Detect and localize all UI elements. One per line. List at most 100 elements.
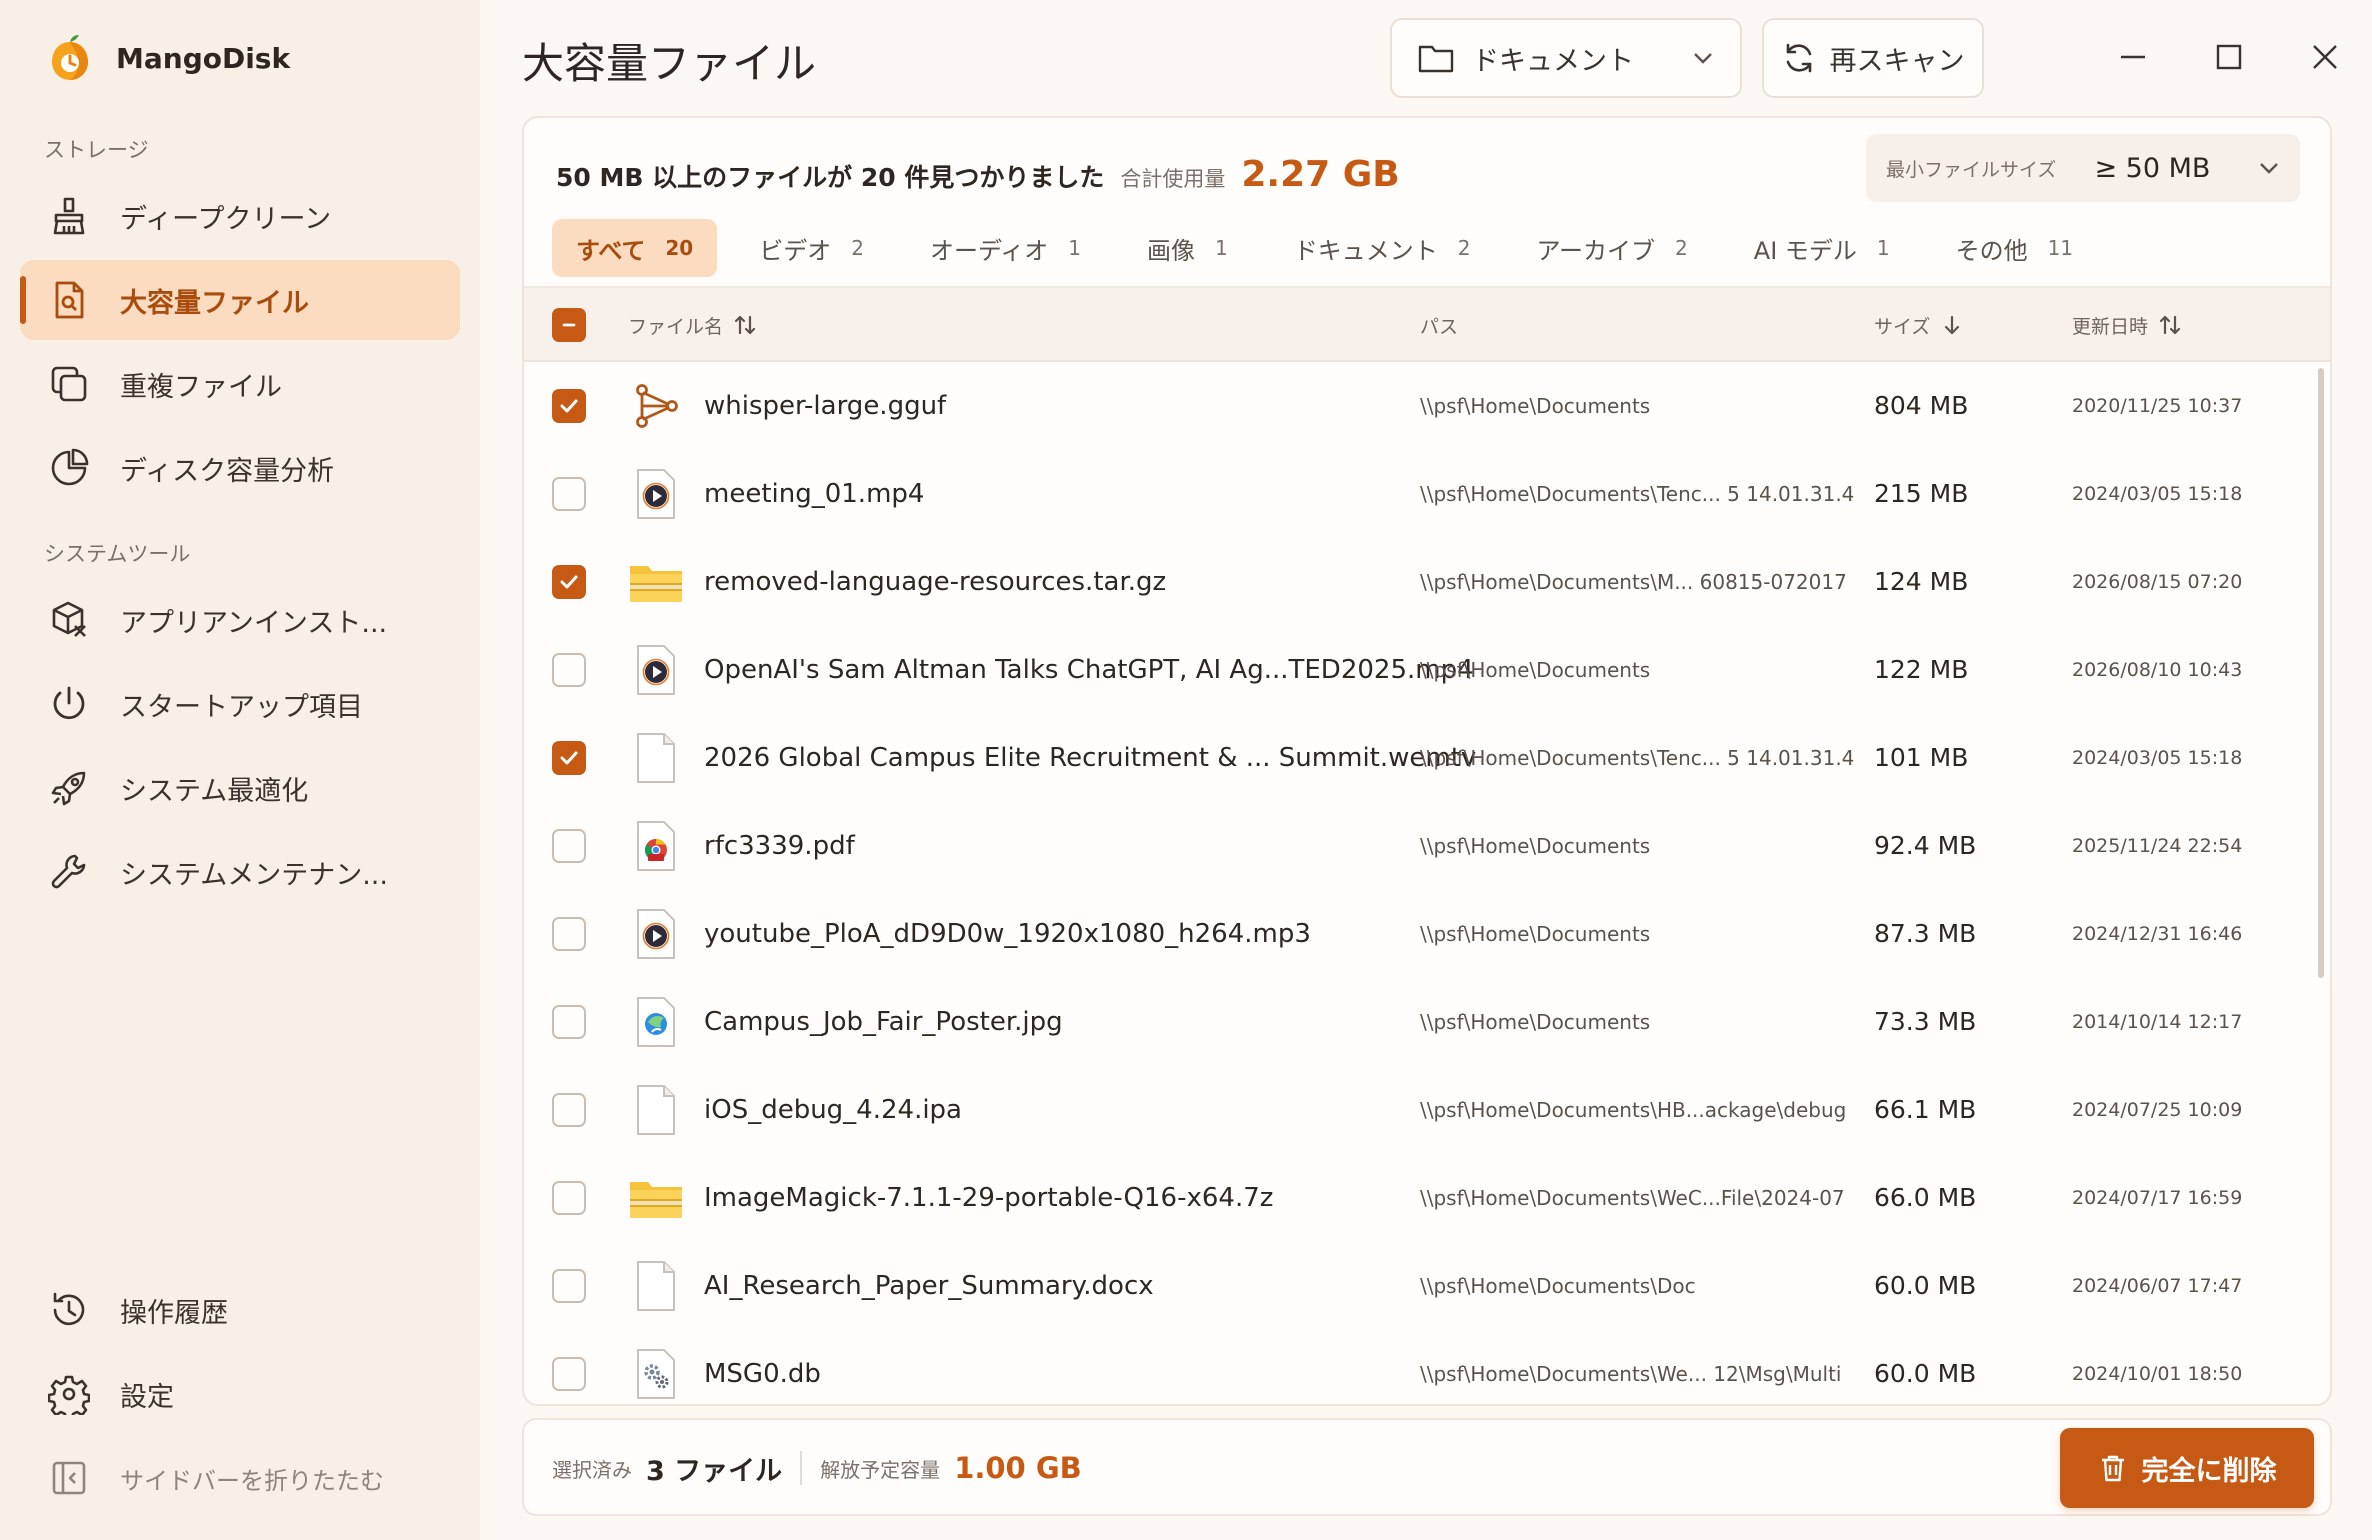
row-checkbox[interactable] bbox=[552, 477, 586, 511]
tab-6[interactable]: AI モデル 1 bbox=[1730, 219, 1914, 277]
row-checkbox[interactable] bbox=[552, 741, 586, 775]
table-row[interactable]: meeting_01.mp4 \\psf\Home\Documents\Tenc.… bbox=[524, 450, 2330, 538]
rocket-icon bbox=[51, 771, 86, 806]
row-checkbox[interactable] bbox=[552, 565, 586, 599]
tab-7[interactable]: その他 11 bbox=[1932, 219, 2097, 277]
table-row[interactable]: removed-language-resources.tar.gz \\psf\H… bbox=[524, 538, 2330, 626]
file-size: 87.3 MB bbox=[1874, 919, 1977, 948]
table-row[interactable]: iOS_debug_4.24.ipa \\psf\Home\Documents\H… bbox=[524, 1066, 2330, 1154]
row-checkbox[interactable] bbox=[552, 653, 586, 687]
tab-1[interactable]: ビデオ 2 bbox=[735, 219, 888, 277]
column-size-label: サイズ bbox=[1874, 315, 1931, 338]
wrench-icon bbox=[51, 854, 86, 889]
total-usage-label: 合計使用量 bbox=[1120, 167, 1226, 191]
image-icon bbox=[628, 994, 684, 1050]
sidebar-item-history[interactable]: 操作履歴 bbox=[20, 1270, 460, 1350]
folder-select[interactable]: ドキュメント bbox=[1390, 18, 1742, 98]
sidebar-item-label: システムメンテナン... bbox=[120, 859, 388, 891]
select-all-checkbox[interactable] bbox=[552, 308, 586, 342]
history-icon bbox=[53, 1292, 85, 1326]
file-size: 66.1 MB bbox=[1874, 1095, 1977, 1124]
sidebar-item-settings[interactable]: 設定 bbox=[20, 1354, 460, 1434]
tab-5[interactable]: アーカイブ 2 bbox=[1512, 219, 1711, 277]
tab-0[interactable]: すべて 20 bbox=[552, 219, 718, 277]
file-name: AI_Research_Paper_Summary.docx bbox=[704, 1271, 1154, 1301]
column-header-path[interactable]: パス bbox=[1420, 288, 1458, 362]
file-name: MSG0.db bbox=[704, 1359, 821, 1389]
table-row[interactable]: AI_Research_Paper_Summary.docx \\psf\Home… bbox=[524, 1242, 2330, 1330]
table-row[interactable]: MSG0.db \\psf\Home\Documents\We... 12\Msg… bbox=[524, 1330, 2330, 1404]
results-card: 50 MB 以上のファイルが 20 件見つかりました 合計使用量 2.27 GB… bbox=[522, 116, 2332, 1406]
selected-value: 3 ファイル bbox=[646, 1455, 783, 1487]
table-row[interactable]: rfc3339.pdf \\psf\Home\Documents 92.4 MB 20… bbox=[524, 802, 2330, 890]
minimize-button[interactable] bbox=[2106, 30, 2160, 84]
row-checkbox[interactable] bbox=[552, 389, 586, 423]
sidebar-item-maintenance[interactable]: システムメンテナン... bbox=[20, 832, 460, 912]
sort-icon bbox=[2159, 315, 2181, 335]
row-checkbox[interactable] bbox=[552, 829, 586, 863]
sidebar-item-large-files[interactable]: 大容量ファイル bbox=[20, 260, 460, 340]
brand: MangoDisk bbox=[44, 30, 290, 86]
sidebar-item-optimize[interactable]: システム最適化 bbox=[20, 748, 460, 828]
file-size: 60.0 MB bbox=[1874, 1359, 1977, 1388]
column-name-label: ファイル名 bbox=[628, 315, 724, 338]
row-checkbox[interactable] bbox=[552, 1005, 586, 1039]
scrollbar[interactable] bbox=[2318, 368, 2324, 978]
sidebar-item-startup[interactable]: スタートアップ項目 bbox=[20, 664, 460, 744]
table-row[interactable]: youtube_PloA_dD9D0w_1920x1080_h264.mp3 \\… bbox=[524, 890, 2330, 978]
table-row[interactable]: ImageMagick-7.1.1-29-portable-Q16-x64.7z… bbox=[524, 1154, 2330, 1242]
file-path: \\psf\Home\Documents\Tenc... 5 14.01.31.… bbox=[1420, 482, 1855, 506]
chevron-down-icon bbox=[2260, 163, 2278, 174]
tab-4[interactable]: ドキュメント 2 bbox=[1270, 219, 1495, 277]
delete-permanently-button[interactable]: 完全に削除 bbox=[2060, 1428, 2314, 1508]
maximize-icon bbox=[2216, 44, 2242, 70]
sidebar-item-label: 重複ファイル bbox=[120, 371, 282, 403]
sidebar-item-deep-clean[interactable]: ディープクリーン bbox=[20, 176, 460, 256]
minimize-icon bbox=[2121, 55, 2145, 59]
refresh-icon bbox=[1786, 43, 1811, 73]
rescan-button[interactable]: 再スキャン bbox=[1762, 18, 1984, 98]
maximize-button[interactable] bbox=[2202, 30, 2256, 84]
file-date: 2014/10/14 12:17 bbox=[2072, 1011, 2243, 1033]
file-icon bbox=[628, 730, 684, 786]
file-name: meeting_01.mp4 bbox=[704, 479, 925, 509]
row-checkbox[interactable] bbox=[552, 1181, 586, 1215]
row-checkbox[interactable] bbox=[552, 917, 586, 951]
sidebar-collapse-button[interactable]: サイドバーを折りたたむ bbox=[20, 1438, 460, 1518]
file-size: 73.3 MB bbox=[1874, 1007, 1977, 1036]
file-date: 2025/11/24 22:54 bbox=[2072, 835, 2243, 857]
tab-count: 1 bbox=[1876, 236, 1890, 260]
tab-2[interactable]: オーディオ 1 bbox=[906, 219, 1105, 277]
table-row[interactable]: whisper-large.gguf \\psf\Home\Documents 80… bbox=[524, 362, 2330, 450]
table-row[interactable]: 2026 Global Campus Elite Recruitment & .… bbox=[524, 714, 2330, 802]
tab-count: 2 bbox=[851, 236, 864, 260]
column-header-size[interactable]: サイズ bbox=[1874, 288, 1964, 362]
summary: 50 MB 以上のファイルが 20 件見つかりました 合計使用量 2.27 GB bbox=[556, 154, 1400, 195]
broom-icon bbox=[53, 197, 85, 235]
folder-icon bbox=[1418, 45, 1454, 73]
table-row[interactable]: Campus_Job_Fair_Poster.jpg \\psf\Home\Doc… bbox=[524, 978, 2330, 1066]
file-name: OpenAI's Sam Altman Talks ChatGPT, AI Ag… bbox=[704, 655, 1474, 685]
min-size-select[interactable]: 最小ファイルサイズ ≥ 50 MB bbox=[1866, 134, 2300, 202]
row-checkbox[interactable] bbox=[552, 1093, 586, 1127]
table-row[interactable]: OpenAI's Sam Altman Talks ChatGPT, AI Ag… bbox=[524, 626, 2330, 714]
column-header-name[interactable]: ファイル名 bbox=[628, 288, 757, 362]
uninstall-icon bbox=[52, 601, 86, 637]
sidebar-item-uninstall[interactable]: アプリアンインスト... bbox=[20, 580, 460, 660]
min-size-label: 最小ファイルサイズ bbox=[1886, 158, 2057, 181]
power-icon bbox=[53, 686, 85, 720]
sidebar-item-duplicates[interactable]: 重複ファイル bbox=[20, 344, 460, 424]
file-path: \\psf\Home\Documents bbox=[1420, 1010, 1651, 1034]
checkmark-icon bbox=[560, 751, 578, 765]
file-name: 2026 Global Campus Elite Recruitment & .… bbox=[704, 743, 1477, 773]
file-date: 2026/08/15 07:20 bbox=[2072, 571, 2243, 593]
tab-3[interactable]: 画像 1 bbox=[1123, 219, 1252, 277]
row-checkbox[interactable] bbox=[552, 1269, 586, 1303]
row-checkbox[interactable] bbox=[552, 1357, 586, 1391]
close-button[interactable] bbox=[2298, 30, 2352, 84]
column-header-date[interactable]: 更新日時 bbox=[2072, 288, 2182, 362]
sidebar-item-disk-analysis[interactable]: ディスク容量分析 bbox=[20, 428, 460, 508]
page-title: 大容量ファイル bbox=[522, 39, 817, 88]
tab-count: 1 bbox=[1215, 236, 1228, 260]
file-date: 2024/06/07 17:47 bbox=[2072, 1275, 2243, 1297]
